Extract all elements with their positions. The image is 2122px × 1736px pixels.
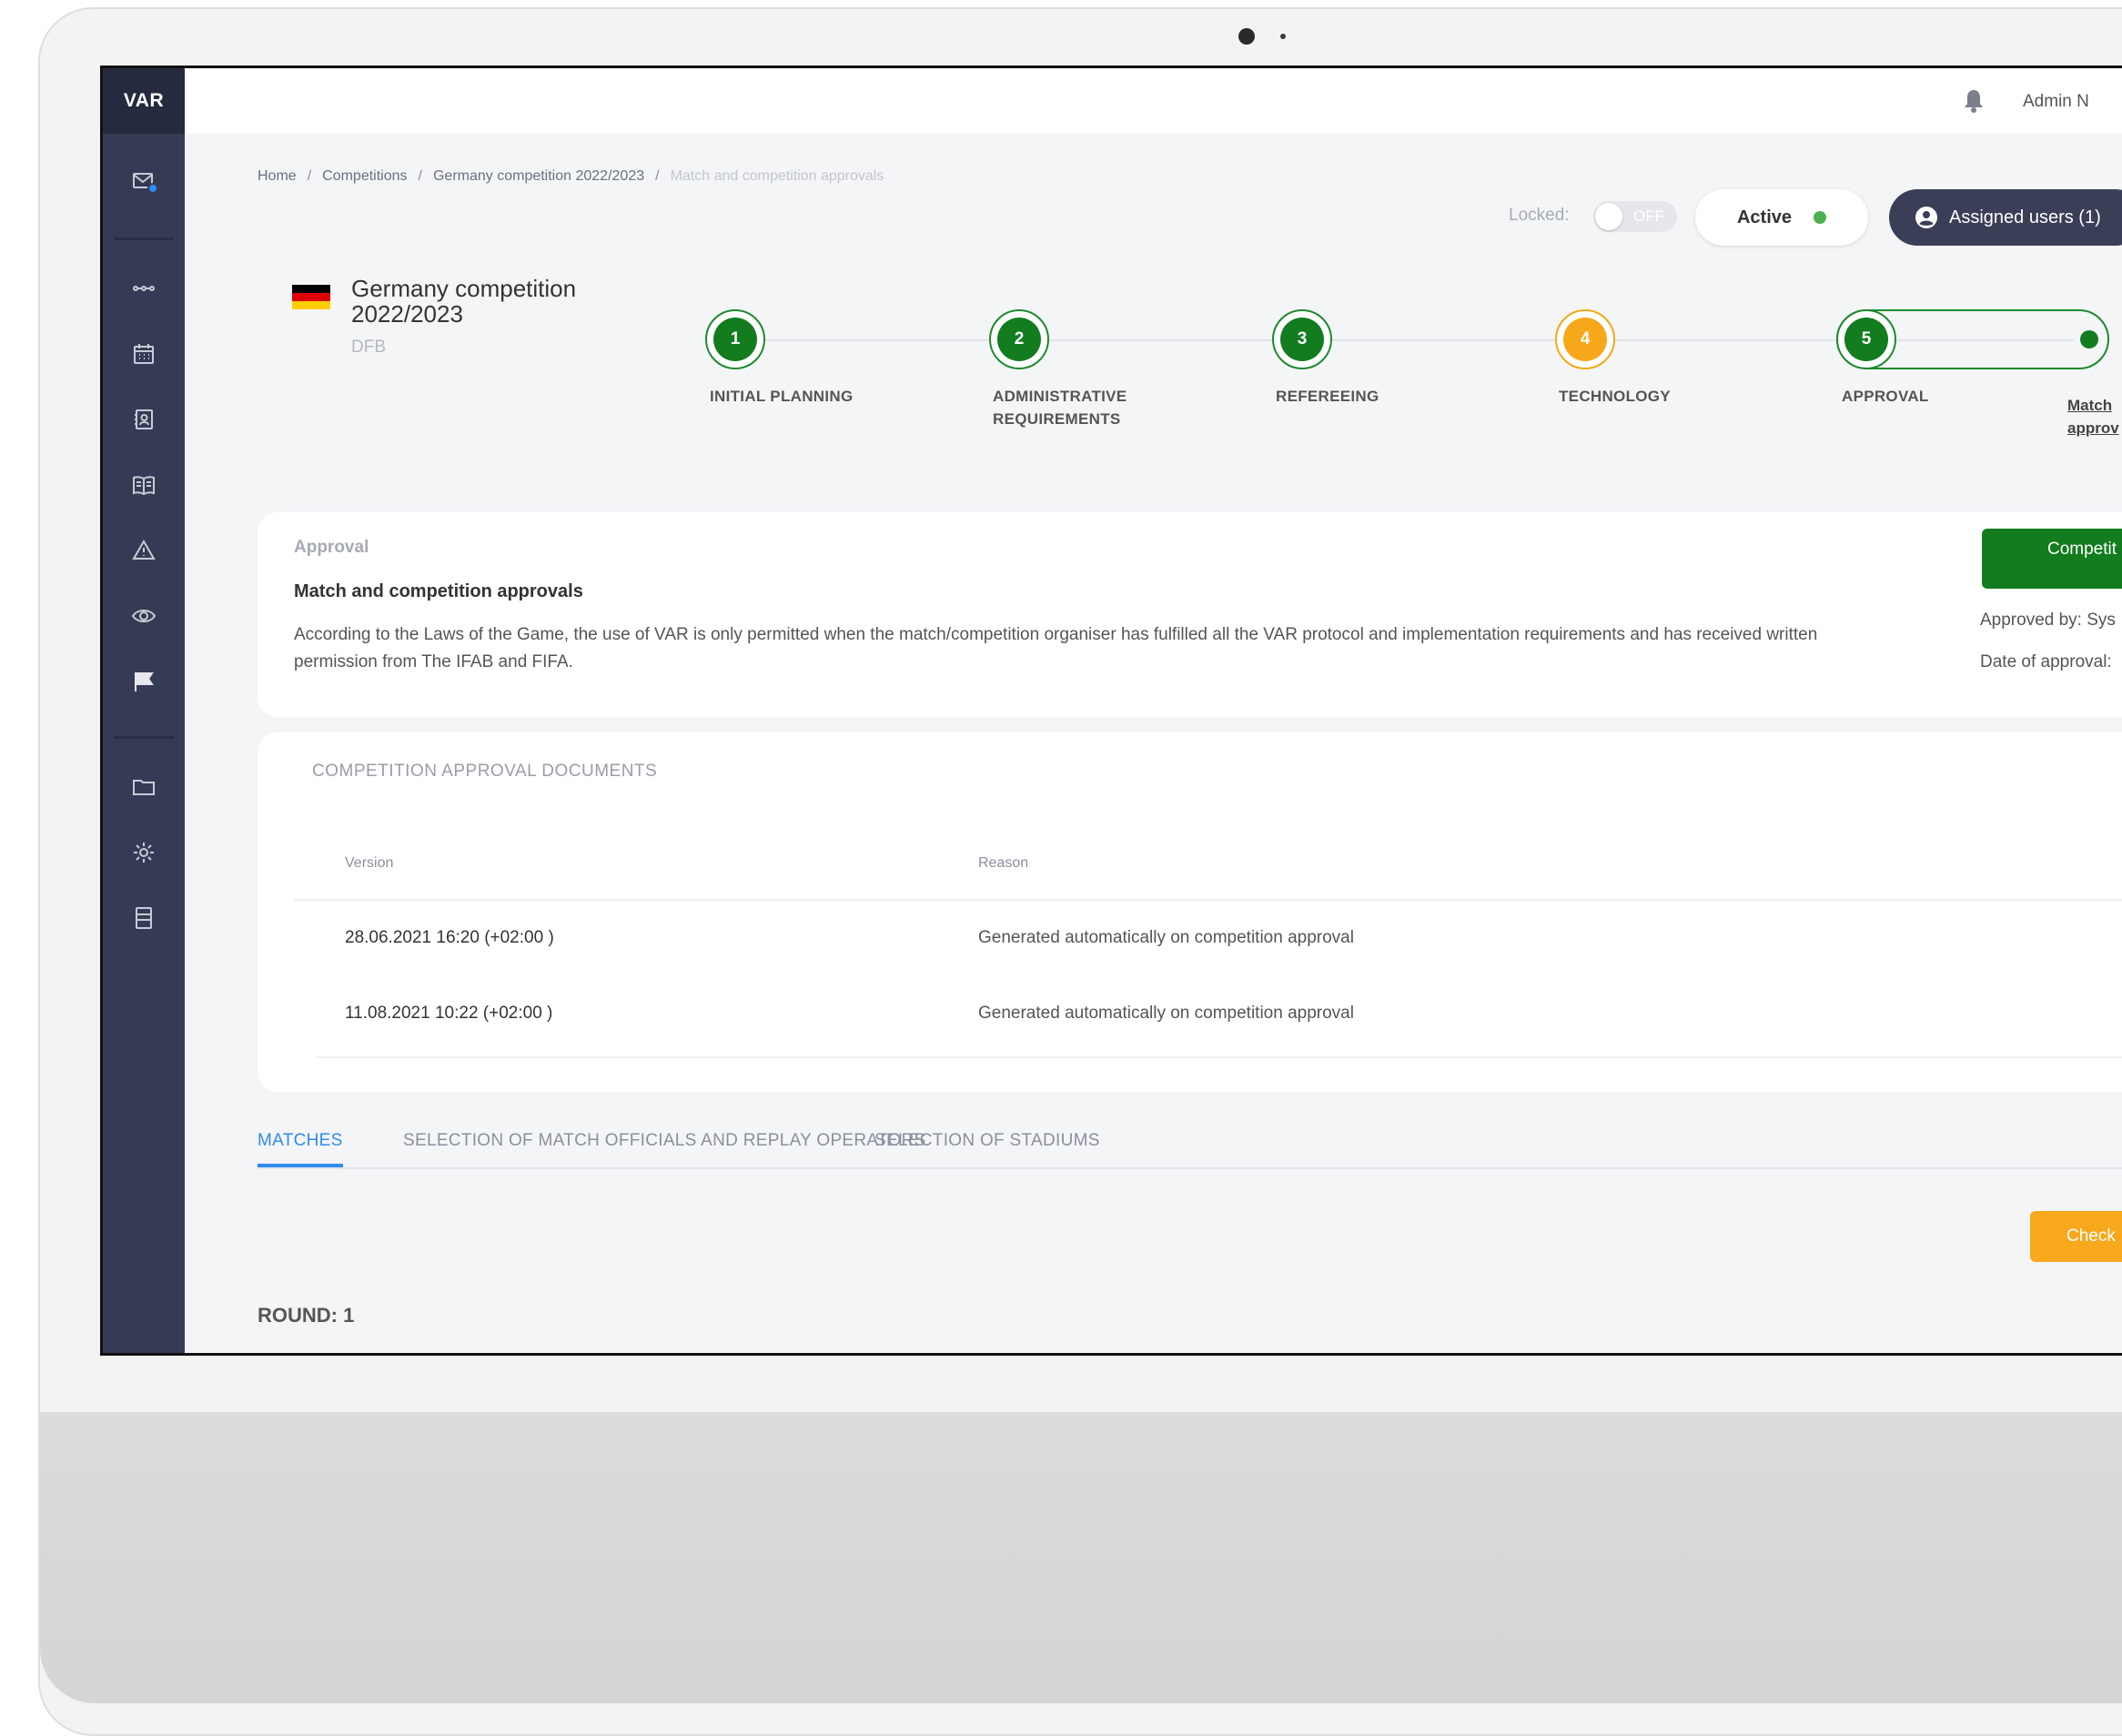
brand-logo[interactable]: VAR — [103, 68, 185, 134]
approval-description: According to the Laws of the Game, the u… — [294, 625, 1818, 671]
table-bottom-border — [316, 1056, 2122, 1058]
status-badge[interactable]: Active — [1695, 189, 1868, 246]
check-button[interactable]: Check — [2030, 1211, 2122, 1262]
row-reason: Generated automatically on competition a… — [978, 1004, 1354, 1023]
date-of-approval: Date of approval: — [1980, 652, 2112, 671]
sidebar: VAR — [103, 68, 185, 1353]
step-4[interactable]: 4 — [1555, 309, 1615, 369]
top-bar: Admin N — [185, 68, 2122, 134]
step-4-label: TECHNOLOGY — [1559, 388, 1671, 405]
bell-icon[interactable] — [1959, 86, 1988, 116]
substep-link[interactable]: Match approv — [2067, 394, 2119, 439]
breadcrumb-competitions[interactable]: Competitions — [322, 168, 407, 184]
eye-icon[interactable] — [131, 603, 157, 629]
round-label: ROUND: 1 — [258, 1304, 355, 1327]
tab-match-officials[interactable]: SELECTION OF MATCH OFFICIALS AND REPLAY … — [403, 1131, 926, 1164]
approval-eyebrow: Approval — [294, 538, 369, 557]
mail-icon[interactable] — [131, 168, 158, 194]
assigned-users-button[interactable]: Assigned users (1) — [1889, 189, 2122, 246]
page-title: Germany competition 2022/2023 — [351, 275, 577, 328]
step-5-label: APPROVAL — [1842, 388, 1929, 405]
toggle-state: OFF — [1633, 207, 1664, 225]
warning-icon[interactable] — [131, 538, 157, 563]
substep-dot[interactable] — [2080, 330, 2098, 348]
status-dot-icon — [1814, 211, 1827, 224]
step-1[interactable]: 1 — [705, 309, 765, 369]
step-1-label: INITIAL PLANNING — [710, 388, 854, 405]
user-name[interactable]: Admin N — [2023, 92, 2089, 112]
workflow-icon[interactable] — [131, 276, 157, 301]
flag-icon[interactable] — [131, 669, 157, 694]
competition-organiser: DFB — [351, 338, 386, 357]
notification-dot-icon — [147, 183, 158, 194]
contacts-icon[interactable] — [131, 407, 157, 432]
sidebar-divider — [114, 736, 174, 739]
table-row[interactable]: 11.08.2021 10:22 (+02:00 ) Generated aut… — [294, 976, 2122, 1053]
row-version: 11.08.2021 10:22 (+02:00 ) — [345, 1004, 553, 1023]
column-header-version: Version — [345, 855, 394, 871]
competition-approval-button[interactable]: Competit g — [1982, 529, 2122, 589]
step-5[interactable]: 5 — [1836, 309, 1896, 369]
row-version: 28.06.2021 16:20 (+02:00 ) — [345, 928, 554, 947]
documents-heading: COMPETITION APPROVAL DOCUMENTS — [312, 762, 658, 781]
breadcrumb-current: Match and competition approvals — [670, 168, 884, 184]
germany-flag-icon — [292, 285, 330, 309]
tab-bar: MATCHES SELECTION OF MATCH OFFICIALS AND… — [258, 1131, 2122, 1169]
camera-lens — [1238, 28, 1255, 45]
book-icon[interactable] — [131, 472, 157, 498]
documents-card: COMPETITION APPROVAL DOCUMENTS Version R… — [258, 732, 2122, 1092]
calendar-icon[interactable] — [131, 341, 157, 367]
gear-icon[interactable] — [131, 840, 157, 865]
step-3-label: REFEREEING — [1276, 388, 1379, 405]
status-label: Active — [1736, 207, 1793, 227]
breadcrumb-competition[interactable]: Germany competition 2022/2023 — [433, 168, 644, 184]
app-screen: VAR Admin N Home / Competitions / German… — [100, 66, 2122, 1356]
locked-label: Locked: — [1509, 206, 1570, 225]
camera-indicator — [1280, 34, 1286, 39]
approval-title: Match and competition approvals — [294, 581, 583, 601]
locked-toggle[interactable]: OFF — [1593, 201, 1677, 232]
breadcrumb: Home / Competitions / Germany competition 20… — [258, 168, 884, 184]
assigned-users-label: Assigned users (1) — [1949, 207, 2101, 227]
approval-card: Approval Match and competition approvals… — [258, 512, 2122, 717]
laptop-base — [40, 1412, 2122, 1703]
tab-stadiums[interactable]: SELECTION OF STADIUMS — [874, 1131, 1100, 1164]
user-circle-icon — [1915, 207, 1937, 228]
step-2[interactable]: 2 — [989, 309, 1049, 369]
folder-icon[interactable] — [131, 774, 157, 800]
table-row[interactable]: 28.06.2021 16:20 (+02:00 ) Generated aut… — [294, 899, 2122, 975]
tab-matches[interactable]: MATCHES — [258, 1131, 343, 1167]
document-icon[interactable] — [131, 905, 157, 931]
step-2-label: ADMINISTRATIVE REQUIREMENTS — [993, 388, 1127, 428]
sidebar-divider — [114, 237, 174, 240]
breadcrumb-home[interactable]: Home — [258, 168, 297, 184]
step-3[interactable]: 3 — [1272, 309, 1332, 369]
approved-by: Approved by: Sys — [1980, 611, 2116, 630]
toggle-knob — [1595, 203, 1622, 230]
column-header-reason: Reason — [978, 855, 1029, 871]
row-reason: Generated automatically on competition a… — [978, 928, 1354, 947]
